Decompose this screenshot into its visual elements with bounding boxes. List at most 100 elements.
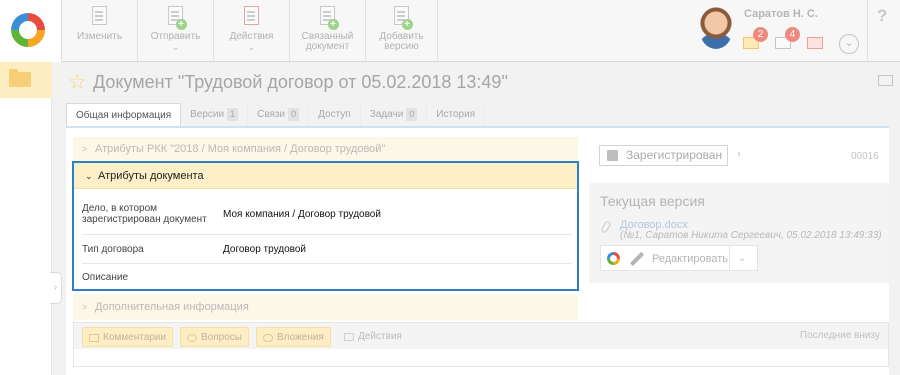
- attribute-value: Моя компания / Договор трудовой: [223, 209, 381, 220]
- top-toolbar: Изменить + Отправить ⌄ Действия ⌄ + Связ…: [0, 0, 900, 62]
- left-navigation: [0, 62, 52, 375]
- actions-button[interactable]: Действия ⌄: [214, 0, 290, 62]
- add-version-icon: +: [392, 6, 413, 30]
- tab-count-badge: 1: [227, 108, 239, 121]
- attribute-row: Тип договора Договор трудовой: [82, 235, 572, 264]
- rkk-attributes-section[interactable]: > Атрибуты РКК "2018 / Моя компания / До…: [73, 137, 578, 162]
- questions-button-label: Вопросы: [201, 332, 242, 343]
- comments-toolbar: Комментарии Вопросы Вложения Действия По…: [73, 322, 889, 350]
- current-version-title: Текущая версия: [600, 193, 705, 209]
- tab-label: История: [436, 109, 476, 120]
- favorite-star-icon[interactable]: ☆: [68, 72, 87, 93]
- calendar-icon[interactable]: [807, 37, 823, 49]
- attachments-button-label: Вложения: [277, 332, 324, 343]
- document-attributes-title: Атрибуты документа: [98, 170, 204, 182]
- document-attributes-header[interactable]: ⌄ Атрибуты документа: [74, 163, 577, 189]
- chevron-down-icon: ⌄: [247, 42, 256, 52]
- user-menu-chevron-icon[interactable]: ⌄: [839, 34, 859, 54]
- version-actions: Редактировать ⌄: [600, 245, 758, 271]
- attachments-button[interactable]: Вложения: [256, 327, 331, 347]
- comment-actions-button[interactable]: Действия: [338, 327, 408, 347]
- pencil-icon: [629, 251, 645, 267]
- linked-document-icon: +: [318, 6, 339, 30]
- tab-access[interactable]: Доступ: [309, 103, 361, 127]
- envelope-icon[interactable]: [878, 75, 893, 86]
- add-version-label-line2: версию: [384, 41, 419, 52]
- comment-actions-label: Действия: [358, 331, 402, 342]
- question-icon: [187, 334, 197, 342]
- chevron-down-icon: ⌄: [171, 42, 180, 52]
- actions-icon: [344, 333, 354, 341]
- tab-label: Доступ: [318, 109, 351, 120]
- attribute-row: Описание: [82, 264, 572, 289]
- attribute-value: Договор трудовой: [223, 244, 306, 255]
- chevron-down-icon: ⌄: [85, 171, 93, 181]
- page-title: Документ "Трудовой договор от 05.02.2018…: [93, 72, 508, 92]
- questions-button[interactable]: Вопросы: [180, 327, 249, 347]
- edit-document-icon: [90, 6, 110, 28]
- add-version-button[interactable]: + Добавить версию: [366, 0, 438, 62]
- attribute-key: Описание: [82, 272, 129, 283]
- comment-icon: [89, 334, 99, 342]
- tab-links[interactable]: Связи 0: [248, 103, 310, 127]
- comments-button[interactable]: Комментарии: [82, 327, 173, 347]
- chevron-right-icon[interactable]: ›: [737, 148, 741, 160]
- tab-count-badge: 0: [406, 108, 418, 121]
- tab-general-info[interactable]: Общая информация: [66, 103, 182, 127]
- tab-versions[interactable]: Версии 1: [181, 103, 249, 127]
- tasks-count-badge: 4: [785, 27, 800, 42]
- app-logo-icon[interactable]: [11, 13, 45, 47]
- tab-label: Задачи: [369, 109, 404, 120]
- registration-number: 00016: [851, 151, 879, 162]
- additional-info-title: Дополнительная информация: [95, 301, 249, 313]
- avatar[interactable]: [699, 7, 733, 49]
- document-attributes-panel: ⌄ Атрибуты документа Дело, в котором зар…: [72, 161, 579, 291]
- linked-document-button[interactable]: + Связанный документ: [290, 0, 366, 62]
- send-document-icon: +: [166, 6, 187, 30]
- attribute-row: Дело, в котором зарегистрирован документ…: [82, 195, 572, 235]
- comments-button-label: Комментарии: [103, 332, 166, 343]
- additional-info-section[interactable]: > Дополнительная информация: [73, 295, 578, 320]
- actions-button-label: Действия: [229, 31, 274, 42]
- checklist-icon: [242, 6, 262, 28]
- chevron-right-icon: >: [82, 302, 88, 312]
- tab-label: Общая информация: [76, 110, 172, 121]
- comments-list: [73, 349, 889, 367]
- help-icon[interactable]: ?: [877, 6, 887, 26]
- document-tabs: Общая информация Версии 1 Связи 0 Доступ З…: [66, 103, 486, 127]
- divider: [729, 246, 730, 270]
- tab-label: Связи: [257, 109, 286, 120]
- edit-button[interactable]: Изменить: [62, 0, 138, 62]
- attribute-key-line1: Дело, в котором: [82, 203, 158, 214]
- edit-button-label: Изменить: [76, 31, 123, 42]
- attribute-key: Тип договора: [82, 244, 144, 255]
- user-area: Саратов Н. С. 2 4 ⌄: [693, 0, 868, 62]
- lock-icon: [607, 150, 618, 161]
- app-logo-icon[interactable]: [607, 252, 620, 265]
- app-logo-cell[interactable]: [0, 0, 62, 62]
- tab-count-badge: 0: [288, 108, 300, 121]
- sidebar-expand-handle[interactable]: ›: [50, 272, 62, 304]
- tab-tasks[interactable]: Задачи 0: [361, 103, 428, 127]
- send-button[interactable]: + Отправить ⌄: [138, 0, 214, 62]
- tab-label: Версии: [190, 109, 225, 120]
- paperclip-icon: [263, 334, 273, 342]
- edit-version-button[interactable]: Редактировать: [652, 246, 728, 272]
- rkk-section-title: Атрибуты РКК "2018 / Моя компания / Дого…: [95, 143, 386, 155]
- paperclip-icon: [600, 220, 612, 234]
- chevron-right-icon: >: [82, 144, 88, 154]
- send-button-label: Отправить: [150, 31, 201, 42]
- mail-count-badge: 2: [753, 27, 768, 42]
- current-version-panel: Текущая версия Договор.docx (№1, Саратов…: [589, 183, 889, 283]
- attribute-key-line2: зарегистрирован документ: [82, 214, 207, 225]
- chevron-down-icon[interactable]: ⌄: [738, 246, 746, 272]
- registered-button-label: Зарегистрирован: [626, 148, 723, 162]
- registered-button[interactable]: Зарегистрирован: [599, 145, 728, 166]
- linked-document-label-line2: документ: [305, 41, 350, 52]
- nav-item-documents[interactable]: [0, 62, 52, 98]
- tab-history[interactable]: История: [427, 103, 486, 127]
- folder-icon: [9, 69, 31, 87]
- version-file-meta: (№1, Саратов Никита Сергеевич, 05.02.201…: [620, 230, 882, 241]
- user-name[interactable]: Саратов Н. С.: [744, 8, 818, 20]
- sort-order-toggle[interactable]: Последние внизу: [800, 323, 880, 349]
